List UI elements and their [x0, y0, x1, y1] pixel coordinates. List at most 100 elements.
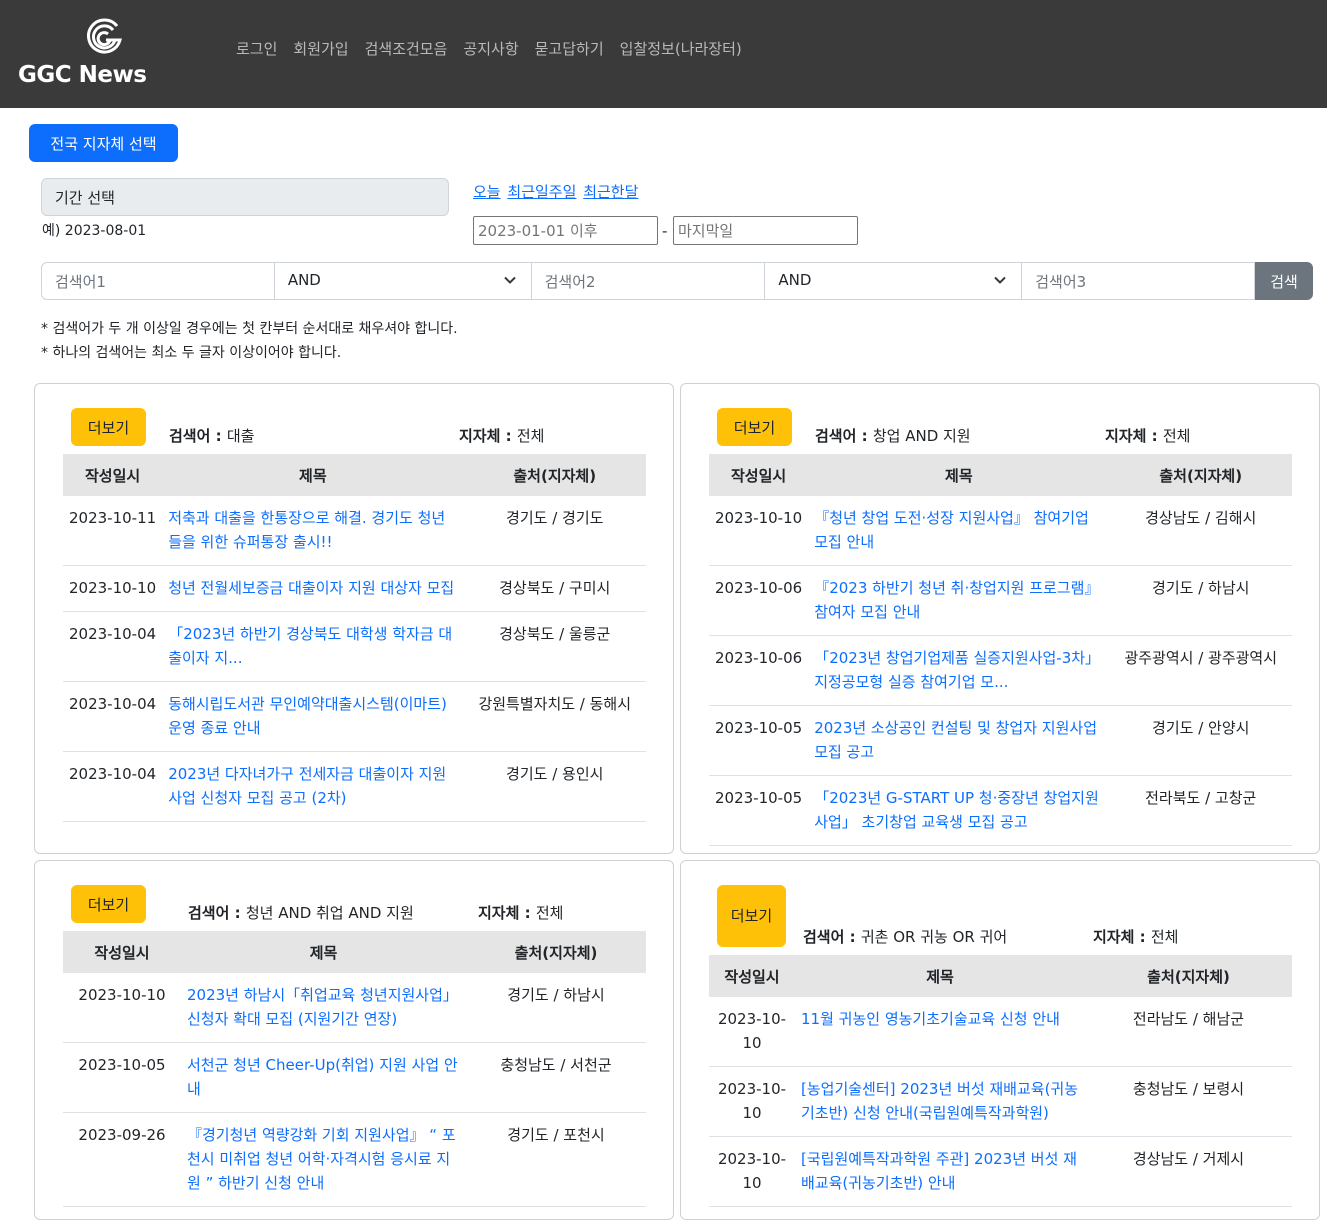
start-date-input[interactable]: 2023-01-01 이후 [473, 216, 658, 245]
row-title-link[interactable]: 『2023 하반기 청년 취·창업지원 프로그램』참여자 모집 안내 [814, 576, 1103, 624]
row-title-link[interactable]: [농업기술센터] 2023년 버섯 재배교육(귀농기초반) 신청 안내(국립원예… [801, 1077, 1079, 1125]
table-row: 2023-10-06 「2023년 창업기업제품 실증지원사업-3차」 지정공모형… [709, 635, 1292, 706]
chevron-down-icon [994, 276, 1006, 284]
col-source: 출처(지자체) [1085, 955, 1292, 997]
more-button[interactable]: 더보기 [71, 408, 146, 446]
search-row: 검색어1 AND 검색어2 AND 검색어3 검색 [41, 262, 1313, 300]
link-last-week[interactable]: 최근일주일 [507, 183, 576, 201]
card-region: 지자체 : 전체 [1105, 427, 1191, 445]
row-date: 2023-10-05 [709, 705, 809, 776]
operator-2-value: AND [778, 271, 812, 289]
result-card-startup: 더보기 검색어 : 창업 AND 지원 지자체 : 전체 작성일시 제목 출처(… [680, 383, 1320, 854]
card-region: 지자체 : 전체 [1093, 928, 1179, 946]
row-source: 광주광역시 / 광주광역시 [1109, 635, 1292, 706]
table-row: 2023-10-10 2023년 하남시「취업교육 청년지원사업」 신청자 확대 … [63, 973, 646, 1043]
table-row: 2023-10-04 동해시립도서관 무인예약대출시스템(이마트) 운영 종료 안… [63, 681, 646, 752]
row-title-link[interactable]: 동해시립도서관 무인예약대출시스템(이마트) 운영 종료 안내 [168, 692, 457, 740]
row-source: 경기도 / 안양시 [1109, 705, 1292, 776]
end-date-input[interactable]: 마지막일 [673, 216, 858, 245]
col-date: 작성일시 [63, 931, 181, 973]
search-input-2[interactable]: 검색어2 [530, 262, 766, 300]
col-title: 제목 [795, 955, 1085, 997]
row-title-link[interactable]: 청년 전월세보증금 대출이자 지원 대상자 모집 [168, 576, 457, 600]
more-button[interactable]: 더보기 [717, 885, 786, 947]
row-title-link[interactable]: 『청년 창업 도전·성장 지원사업』 참여기업 모집 안내 [814, 506, 1103, 554]
more-button[interactable]: 더보기 [71, 885, 146, 923]
table-row: 2023-10-05 「2023년 G-START UP 청·중장년 창업지원사업… [709, 775, 1292, 846]
search-note-1: * 검색어가 두 개 이상일 경우에는 첫 칸부터 순서대로 채우셔야 합니다. [41, 321, 458, 337]
row-date: 2023-10-10 [709, 1066, 795, 1137]
search-button[interactable]: 검색 [1255, 262, 1313, 300]
row-title-link[interactable]: 2023년 소상공인 컨설팅 및 창업자 지원사업 모집 공고 [814, 716, 1103, 764]
table-row: 2023-10-05 2023년 소상공인 컨설팅 및 창업자 지원사업 모집 공… [709, 705, 1292, 776]
chevron-down-icon [503, 276, 516, 284]
nav-notice[interactable]: 공지사항 [463, 38, 518, 59]
nav-login[interactable]: 로그인 [236, 38, 277, 59]
link-last-month[interactable]: 최근한달 [583, 183, 638, 201]
result-card-return-farm: 더보기 검색어 : 귀촌 OR 귀농 OR 귀어 지자체 : 전체 작성일시 제… [680, 860, 1320, 1220]
table-row: 2023-10-05 서천군 청년 Cheer-Up(취업) 지원 사업 안내 충청… [63, 1042, 646, 1113]
region-select-button[interactable]: 전국 지자체 선택 [29, 124, 178, 162]
col-title: 제목 [808, 454, 1110, 496]
top-navbar: GGC News 로그인 회원가입 검색조건모음 공지사항 묻고답하기 입찰정보… [0, 0, 1327, 108]
result-card-loan: 더보기 검색어 : 대출 지자체 : 전체 작성일시 제목 출처(지자체) 20… [34, 383, 674, 854]
row-title-link[interactable]: 11월 귀농인 영농기초기술교육 신청 안내 [801, 1007, 1079, 1031]
search-input-1[interactable]: 검색어1 [41, 262, 275, 300]
row-date: 2023-10-10 [63, 973, 181, 1043]
card-keyword: 검색어 : 창업 AND 지원 [815, 427, 971, 445]
col-title: 제목 [162, 454, 464, 496]
row-source: 경기도 / 경기도 [463, 496, 646, 566]
nav-bid-info[interactable]: 입찰정보(나라장터) [620, 38, 742, 59]
row-date: 2023-10-11 [63, 496, 163, 566]
operator-select-2[interactable]: AND [764, 262, 1023, 300]
logo-text: GGC News [18, 62, 147, 88]
row-date: 2023-10-05 [63, 1042, 181, 1113]
result-table: 작성일시 제목 출처(지자체) 2023-10-10 11월 귀농인 영농기초기술… [709, 955, 1292, 1207]
result-table: 작성일시 제목 출처(지자체) 2023-10-10 『청년 창업 도전·성장 지… [709, 454, 1292, 846]
logo-g-icon [87, 18, 122, 54]
row-title-link[interactable]: 저축과 대출을 한통장으로 해결. 경기도 청년들을 위한 슈퍼통장 출시!! [168, 506, 457, 554]
row-title-link[interactable]: 2023년 하남시「취업교육 청년지원사업」 신청자 확대 모집 (지원기간 연… [187, 983, 460, 1031]
card-region: 지자체 : 전체 [459, 427, 545, 445]
nav-qna[interactable]: 묻고답하기 [535, 38, 604, 59]
row-title-link[interactable]: 2023년 다자녀가구 전세자금 대출이자 지원사업 신청자 모집 공고 (2차… [168, 762, 457, 810]
more-button[interactable]: 더보기 [717, 408, 792, 446]
row-title-link[interactable]: 「2023년 G-START UP 청·중장년 창업지원사업」 초기창업 교육생… [814, 786, 1103, 834]
row-source: 경상남도 / 김해시 [1109, 496, 1292, 566]
operator-select-1[interactable]: AND [273, 262, 532, 300]
row-source: 경기도 / 포천시 [466, 1112, 646, 1207]
row-title-link[interactable]: 「2023년 하반기 경상북도 대학생 학자금 대출이자 지... [168, 622, 457, 670]
nav-signup[interactable]: 회원가입 [293, 38, 348, 59]
card-keyword: 검색어 : 대출 [169, 427, 255, 445]
row-source: 경기도 / 용인시 [463, 751, 646, 822]
row-source: 충청남도 / 서천군 [466, 1042, 646, 1113]
table-row: 2023-10-10 [국립원예특작과학원 주관] 2023년 버섯 재배교육(귀… [709, 1136, 1292, 1207]
row-source: 경상남도 / 거제시 [1085, 1136, 1292, 1207]
row-source: 경기도 / 하남시 [466, 973, 646, 1043]
row-source: 경상북도 / 울릉군 [463, 611, 646, 682]
period-example: 예) 2023-08-01 [42, 223, 147, 239]
row-title-link[interactable]: 서천군 청년 Cheer-Up(취업) 지원 사업 안내 [187, 1053, 460, 1101]
col-date: 작성일시 [709, 454, 809, 496]
col-date: 작성일시 [63, 454, 163, 496]
site-logo[interactable]: GGC News [18, 16, 188, 92]
col-date: 작성일시 [709, 955, 795, 997]
nav-saved-searches[interactable]: 검색조건모음 [365, 38, 448, 59]
card-keyword: 검색어 : 청년 AND 취업 AND 지원 [188, 904, 414, 922]
row-source: 경기도 / 하남시 [1109, 565, 1292, 636]
col-title: 제목 [181, 931, 466, 973]
result-table: 작성일시 제목 출처(지자체) 2023-10-10 2023년 하남시「취업교육… [63, 931, 646, 1207]
link-today[interactable]: 오늘 [473, 183, 501, 201]
period-label: 기간 선택 [41, 178, 449, 216]
row-date: 2023-09-26 [63, 1112, 181, 1207]
row-title-link[interactable]: 『경기청년 역량강화 기회 지원사업』 “ 포천시 미취업 청년 어학·자격시험… [187, 1123, 460, 1195]
row-title-link[interactable]: 「2023년 창업기업제품 실증지원사업-3차」 지정공모형 실증 참여기업 모… [814, 646, 1103, 694]
row-date: 2023-10-10 [709, 997, 795, 1067]
search-input-3[interactable]: 검색어3 [1021, 262, 1256, 300]
table-row: 2023-09-26 『경기청년 역량강화 기회 지원사업』 “ 포천시 미취업 … [63, 1112, 646, 1207]
operator-1-value: AND [287, 271, 321, 289]
row-date: 2023-10-05 [709, 775, 809, 846]
date-separator: - [662, 222, 668, 240]
card-region: 지자체 : 전체 [478, 904, 564, 922]
row-title-link[interactable]: [국립원예특작과학원 주관] 2023년 버섯 재배교육(귀농기초반) 안내 [801, 1147, 1079, 1195]
